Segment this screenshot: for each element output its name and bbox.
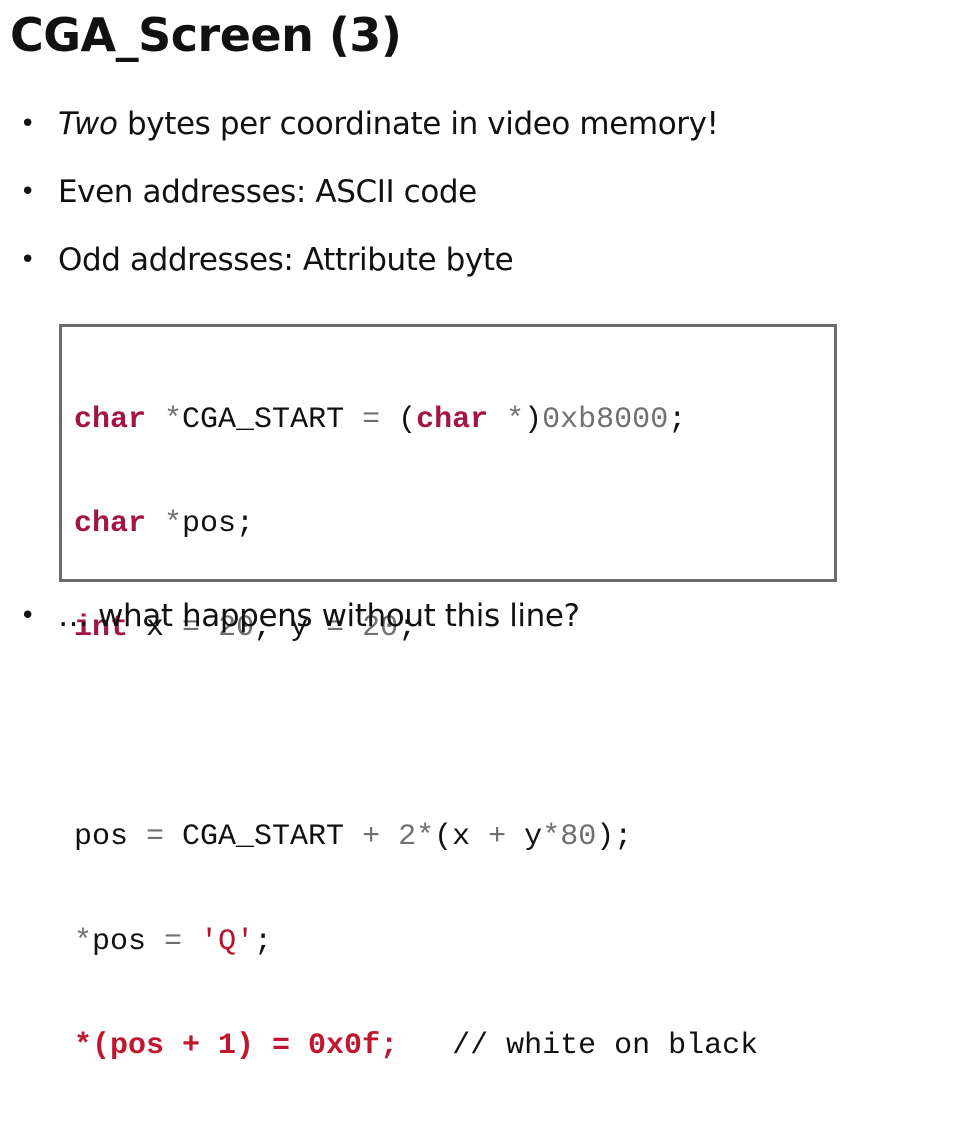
bullet-dot: • — [20, 109, 35, 139]
code-line-5: pos = CGA_START + 2*(x + y*80); — [74, 820, 758, 855]
code-operator: * — [416, 820, 435, 855]
code-plain: pos — [92, 924, 165, 959]
bullet-even-addresses: • Even addresses: ASCII code — [20, 174, 477, 210]
code-keyword: char — [74, 402, 147, 437]
code-keyword: char — [74, 506, 147, 541]
bullet-dot: • — [20, 177, 35, 207]
code-operator: * — [542, 820, 561, 855]
code-line-7: *(pos + 1) = 0x0f; // white on black — [74, 1029, 758, 1064]
code-plain: ) — [524, 402, 543, 437]
bullet-question: • … what happens without this line? — [20, 598, 580, 634]
code-string: 'Q' — [200, 924, 255, 959]
code-number: 2 — [398, 820, 417, 855]
code-plain: CGA_START — [164, 820, 363, 855]
bullet-text: bytes per coordinate in video memory! — [117, 106, 719, 142]
code-plain: pos — [74, 820, 147, 855]
code-operator: * — [506, 402, 525, 437]
code-number: 80 — [560, 820, 597, 855]
code-highlight: *(pos + 1) = 0x0f; — [74, 1028, 399, 1063]
code-operator: = — [362, 402, 381, 437]
code-operator: + — [362, 820, 381, 855]
code-plain — [146, 403, 164, 437]
code-plain: ; — [254, 924, 273, 959]
code-plain — [488, 403, 506, 437]
code-plain: (x — [434, 820, 489, 855]
code-keyword: char — [416, 402, 489, 437]
code-operator: * — [164, 506, 183, 541]
bullet-two-bytes: • Two bytes per coordinate in video memor… — [20, 106, 719, 142]
code-operator: = — [164, 924, 183, 959]
code-plain: y — [506, 820, 543, 855]
code-listing: char *CGA_START = (char *)0xb8000; char … — [74, 333, 758, 1133]
code-block: char *CGA_START = (char *)0xb8000; char … — [59, 324, 837, 1063]
code-plain: ( — [380, 402, 417, 437]
code-plain: CGA_START — [182, 402, 363, 437]
code-operator: + — [488, 820, 507, 855]
bullet-odd-addresses: • Odd addresses: Attribute byte — [20, 242, 514, 278]
code-operator: * — [164, 402, 183, 437]
code-plain — [182, 925, 200, 959]
code-number: 0xb8000 — [542, 402, 669, 437]
bullet-text: Even addresses: ASCII code — [58, 174, 477, 210]
bullet-dot: • — [20, 245, 35, 275]
code-plain — [146, 507, 164, 541]
bullet-emphasis: Two — [58, 106, 118, 142]
code-operator: = — [146, 820, 165, 855]
code-comment: // white on black — [452, 1028, 759, 1063]
code-line-6: *pos = 'Q'; — [74, 925, 758, 960]
code-plain: ); — [596, 820, 633, 855]
bullet-text: Odd addresses: Attribute byte — [58, 242, 514, 278]
code-plain — [380, 820, 398, 854]
bullet-text: … what happens without this line? — [58, 598, 580, 634]
code-plain: ; — [668, 402, 687, 437]
slide-title: CGA_Screen (3) — [10, 8, 402, 62]
bullet-dot: • — [20, 601, 35, 631]
code-line-1: char *CGA_START = (char *)0xb8000; — [74, 403, 758, 438]
code-line-2: char *pos; — [74, 507, 758, 542]
code-plain — [398, 1029, 452, 1063]
code-operator: * — [74, 924, 93, 959]
code-plain: pos; — [182, 506, 255, 541]
